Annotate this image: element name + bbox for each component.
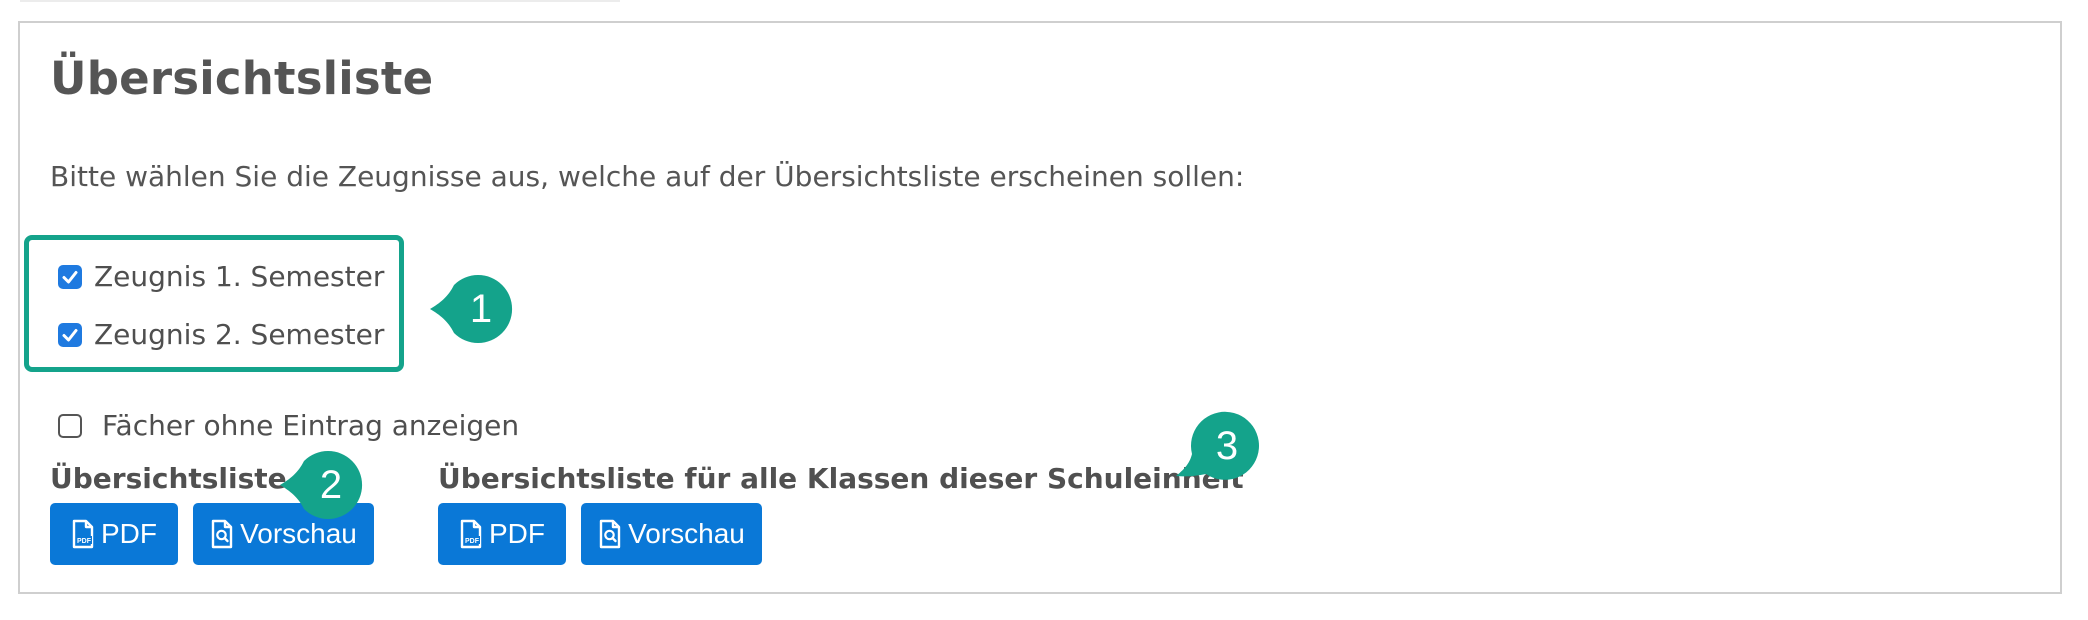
semester-1-label: Zeugnis 1. Semester	[94, 260, 385, 293]
svg-text:PDF: PDF	[465, 538, 480, 545]
callout-2-number: 2	[319, 462, 343, 507]
empty-subjects-checkbox[interactable]	[58, 413, 82, 438]
file-pdf-icon: PDF	[460, 519, 482, 549]
all-classes-section-label: Übersichtsliste für alle Klassen dieser …	[438, 462, 1244, 495]
all-classes-preview-button[interactable]: Vorschau	[581, 503, 762, 565]
semester-2-label: Zeugnis 2. Semester	[94, 318, 385, 351]
intro-text: Bitte wählen Sie die Zeugnisse aus, welc…	[50, 160, 1245, 193]
page-title: Übersichtsliste	[50, 52, 434, 105]
checkmark-icon	[62, 270, 78, 283]
file-search-icon	[211, 519, 233, 549]
file-pdf-icon: PDF	[72, 519, 94, 549]
all-classes-pdf-button[interactable]: PDF PDF	[438, 503, 566, 565]
svg-text:PDF: PDF	[77, 538, 92, 545]
semester-2-option[interactable]: Zeugnis 2. Semester	[58, 318, 384, 351]
semester-highlight-box	[24, 235, 404, 372]
empty-subjects-option[interactable]: Fächer ohne Eintrag anzeigen	[58, 409, 519, 442]
overview-pdf-label: PDF	[101, 518, 157, 549]
callout-1-number: 1	[469, 286, 493, 331]
overview-pdf-button[interactable]: PDF PDF	[50, 503, 178, 565]
callout-1: 1	[430, 273, 514, 345]
checkmark-icon	[62, 328, 78, 341]
callout-3-number: 3	[1215, 423, 1239, 468]
callout-3: 3	[1176, 410, 1260, 482]
semester-1-checkbox[interactable]	[58, 264, 82, 289]
all-classes-preview-label: Vorschau	[628, 518, 745, 549]
semester-2-checkbox[interactable]	[58, 322, 82, 347]
top-divider	[20, 0, 620, 2]
callout-2: 2	[280, 449, 364, 521]
overview-section-label: Übersichtsliste	[50, 462, 287, 495]
empty-subjects-label: Fächer ohne Eintrag anzeigen	[102, 409, 520, 442]
overview-preview-label: Vorschau	[240, 518, 357, 549]
file-search-icon	[599, 519, 621, 549]
all-classes-pdf-label: PDF	[489, 518, 545, 549]
semester-1-option[interactable]: Zeugnis 1. Semester	[58, 260, 384, 293]
